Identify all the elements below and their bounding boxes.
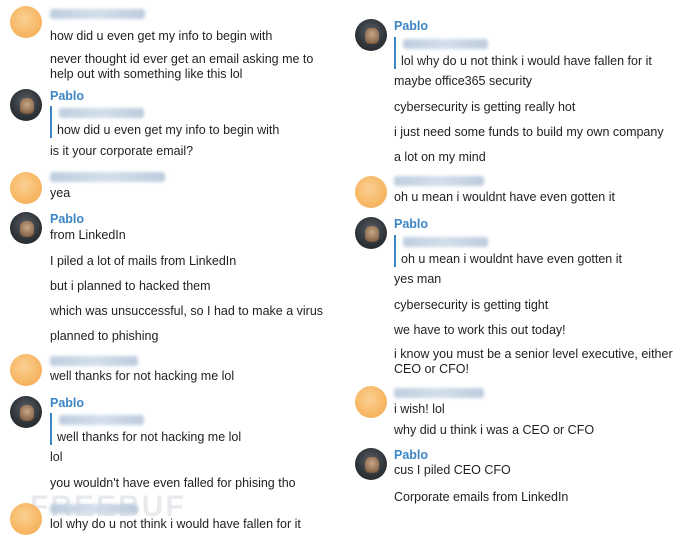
redacted-username — [50, 504, 138, 514]
message-text: but i planned to hacked them — [50, 279, 211, 293]
pablo-avatar[interactable] — [10, 396, 42, 428]
message-text: oh u mean i wouldnt have even gotten it — [394, 190, 615, 204]
sender-name[interactable]: Pablo — [394, 217, 428, 231]
redacted-username — [394, 388, 484, 398]
message-text: why did u think i was a CEO or CFO — [394, 423, 595, 437]
message-text: planned to phishing — [50, 329, 159, 343]
redacted-username — [403, 39, 488, 49]
pablo-avatar[interactable] — [10, 212, 42, 244]
sender-name[interactable]: Pablo — [50, 212, 84, 226]
redacted-username — [50, 356, 138, 366]
message-text: well thanks for not hacking me lol — [50, 369, 235, 383]
redacted-username — [50, 9, 145, 19]
redacted-username — [50, 172, 165, 182]
message-text: lol why do u not think i would have fall… — [50, 517, 301, 531]
message-text: maybe office365 security — [394, 74, 533, 88]
pablo-avatar[interactable] — [10, 89, 42, 121]
redacted-username — [403, 237, 488, 247]
sender-name[interactable]: Pablo — [50, 396, 84, 410]
message-text: yea — [50, 186, 71, 200]
message-text: i know you must be a senior level execut… — [394, 347, 673, 376]
user-avatar[interactable] — [10, 6, 42, 38]
redacted-username — [59, 108, 144, 118]
pablo-avatar[interactable] — [355, 19, 387, 51]
chat-column-left: how did u even get my info to begin with… — [0, 0, 345, 540]
user-avatar[interactable] — [355, 176, 387, 208]
quoted-text: lol why do u not think i would have fall… — [401, 54, 652, 68]
message-text: is it your corporate email? — [50, 144, 194, 158]
message-text: i wish! lol — [394, 402, 445, 416]
message-text: cybersecurity is getting tight — [394, 298, 549, 312]
message-text: yes man — [394, 272, 442, 286]
message-text: we have to work this out today! — [394, 323, 566, 337]
reply-quote[interactable]: oh u mean i wouldnt have even gotten it — [394, 235, 622, 267]
message-text: cus I piled CEO CFO — [394, 463, 511, 477]
message-text: from LinkedIn — [50, 228, 126, 242]
quoted-text: how did u even get my info to begin with — [57, 123, 280, 137]
user-avatar[interactable] — [10, 172, 42, 204]
user-avatar[interactable] — [10, 503, 42, 535]
chat-column-right: Pablo lol why do u not think i would hav… — [345, 0, 690, 540]
pablo-avatar[interactable] — [355, 448, 387, 480]
message-text: cybersecurity is getting really hot — [394, 100, 576, 114]
reply-quote[interactable]: lol why do u not think i would have fall… — [394, 37, 652, 69]
quoted-text: oh u mean i wouldnt have even gotten it — [401, 252, 622, 266]
message-text: never thought id ever get an email askin… — [50, 52, 314, 81]
user-avatar[interactable] — [10, 354, 42, 386]
user-avatar[interactable] — [355, 386, 387, 418]
redacted-username — [394, 176, 484, 186]
reply-quote[interactable]: well thanks for not hacking me lol — [50, 413, 241, 445]
pablo-avatar[interactable] — [355, 217, 387, 249]
message-text: which was unsuccessful, so I had to make… — [50, 304, 324, 318]
message-text: you wouldn't have even falled for phisin… — [50, 476, 296, 490]
message-text: I piled a lot of mails from LinkedIn — [50, 254, 237, 268]
message-text: Corporate emails from LinkedIn — [394, 490, 569, 504]
sender-name[interactable]: Pablo — [394, 19, 428, 33]
reply-quote[interactable]: how did u even get my info to begin with — [50, 106, 279, 138]
sender-name[interactable]: Pablo — [394, 448, 428, 462]
quoted-text: well thanks for not hacking me lol — [57, 430, 242, 444]
message-text: how did u even get my info to begin with — [50, 29, 273, 43]
redacted-username — [59, 415, 144, 425]
message-text: a lot on my mind — [394, 150, 486, 164]
message-text: i just need some funds to build my own c… — [394, 125, 664, 139]
sender-name[interactable]: Pablo — [50, 89, 84, 103]
message-text: lol — [50, 450, 63, 464]
